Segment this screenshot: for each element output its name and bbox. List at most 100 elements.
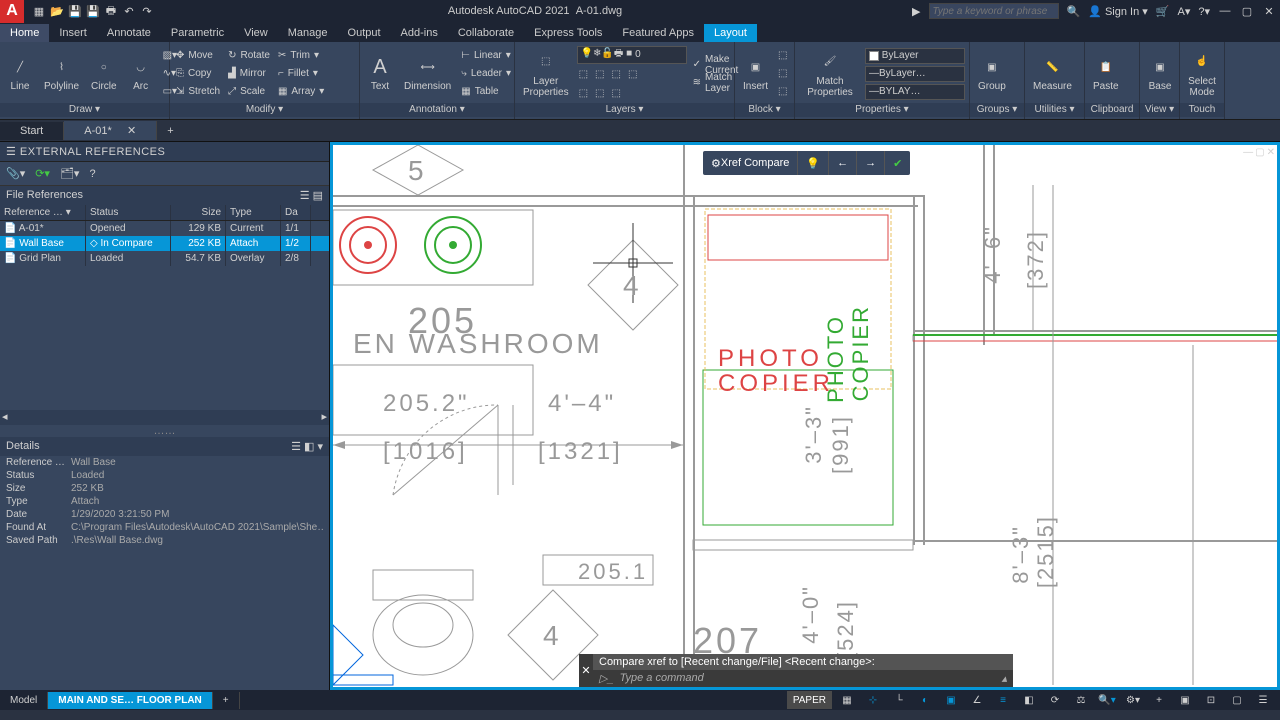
isolate-button[interactable]: ▣ xyxy=(1174,691,1196,709)
layout-tab-active[interactable]: MAIN AND SE… FLOOR PLAN xyxy=(48,692,213,709)
circle-button[interactable]: ○Circle xyxy=(87,53,121,94)
tree-button[interactable]: 🗂▾ xyxy=(60,167,80,180)
lineweight-toggle[interactable]: ≡ xyxy=(992,691,1014,709)
scale-button[interactable]: 🔍▾ xyxy=(1096,691,1118,709)
tab-featured[interactable]: Featured Apps xyxy=(612,24,704,42)
create-block-button[interactable]: ⬚ xyxy=(776,47,789,64)
otrack-toggle[interactable]: ∠ xyxy=(966,691,988,709)
h-scrollbar[interactable]: ◂▸ xyxy=(0,410,329,425)
layer-properties-button[interactable]: ⬚Layer Properties xyxy=(519,48,573,100)
refresh-button[interactable]: ⟳▾ xyxy=(35,167,50,180)
minimize-viewport[interactable]: — xyxy=(1243,147,1253,158)
copy-button[interactable]: ⎘ Copy xyxy=(174,65,222,82)
tab-annotate[interactable]: Annotate xyxy=(97,24,161,42)
col-type[interactable]: Type xyxy=(226,205,281,220)
snap-toggle[interactable]: ⊹ xyxy=(862,691,884,709)
text-button[interactable]: AText xyxy=(364,53,396,94)
line-button[interactable]: ╱Line xyxy=(4,53,36,94)
compare-bulb-button[interactable]: 💡 xyxy=(797,151,828,175)
close-button[interactable]: ✕ xyxy=(1262,5,1276,18)
color-select[interactable]: ByLayer xyxy=(865,48,965,64)
exchange-icon[interactable]: 🛒 xyxy=(1156,5,1170,18)
command-line[interactable]: ✕ Compare xref to [Recent change/File] <… xyxy=(593,654,1013,687)
base-button[interactable]: ▣Base xyxy=(1144,53,1176,94)
layer-off-button[interactable]: ⬚ xyxy=(626,66,639,83)
fillet-button[interactable]: ⌐ Fillet ▾ xyxy=(276,65,326,82)
block-attr-button[interactable]: ⬚ xyxy=(776,83,789,100)
col-name[interactable]: Reference … ▾ xyxy=(0,205,86,220)
edit-block-button[interactable]: ⬚ xyxy=(776,65,789,82)
layer-select[interactable]: 💡❄🔓🖶 ■ 0 xyxy=(577,46,687,64)
array-button[interactable]: ▦ Array ▾ xyxy=(276,83,326,100)
saveas-icon[interactable]: 💾 xyxy=(86,4,100,18)
group-button[interactable]: ▣Group xyxy=(974,53,1010,94)
tab-parametric[interactable]: Parametric xyxy=(161,24,234,42)
close-viewport[interactable]: ✕ xyxy=(1267,147,1275,158)
grid-toggle[interactable]: ▦ xyxy=(836,691,858,709)
signin-button[interactable]: 👤 Sign In ▾ xyxy=(1088,5,1148,18)
new-icon[interactable]: ▦ xyxy=(32,4,46,18)
compare-accept-button[interactable]: ✔ xyxy=(884,151,910,175)
app-logo[interactable]: A xyxy=(0,0,24,23)
tab-output[interactable]: Output xyxy=(338,24,391,42)
layer-iso-button[interactable]: ⬚ xyxy=(577,66,590,83)
tab-insert[interactable]: Insert xyxy=(49,24,97,42)
start-tab[interactable]: Start xyxy=(0,122,64,140)
annotation-monitor[interactable]: + xyxy=(1148,691,1170,709)
maximize-button[interactable]: ▢ xyxy=(1240,5,1254,18)
select-mode-button[interactable]: ☝Select Mode xyxy=(1184,48,1220,100)
tab-layout[interactable]: Layout xyxy=(704,24,757,42)
open-icon[interactable]: 📂 xyxy=(50,4,64,18)
layer-freeze-button[interactable]: ⬚ xyxy=(593,66,606,83)
model-tab[interactable]: Model xyxy=(0,692,48,709)
leader-button[interactable]: ⤷ Leader ▾ xyxy=(459,65,513,82)
cmdline-close[interactable]: ✕ xyxy=(579,654,593,687)
clean-screen[interactable]: ▢ xyxy=(1226,691,1248,709)
stretch-button[interactable]: ⇲ Stretch xyxy=(174,83,222,100)
polar-toggle[interactable]: ◐ xyxy=(914,691,936,709)
compare-next-button[interactable]: → xyxy=(856,151,884,175)
col-date[interactable]: Da xyxy=(281,205,311,220)
scale-button[interactable]: ⤢ Scale xyxy=(226,83,272,100)
share-icon[interactable]: ▶ xyxy=(912,5,920,18)
trim-button[interactable]: ✂ Trim ▾ xyxy=(276,47,326,64)
new-tab-button[interactable]: + xyxy=(157,122,183,140)
table-row[interactable]: 📄 A-01* Opened 129 KB Current 1/1 xyxy=(0,221,329,236)
help-button[interactable]: ? xyxy=(89,168,95,180)
tab-view[interactable]: View xyxy=(234,24,278,42)
lineweight-select[interactable]: — ByLayer… xyxy=(865,66,965,82)
save-icon[interactable]: 💾 xyxy=(68,4,82,18)
undo-icon[interactable]: ↶ xyxy=(122,4,136,18)
tab-addins[interactable]: Add-ins xyxy=(391,24,448,42)
measure-button[interactable]: 📏Measure xyxy=(1029,53,1076,94)
search-icon[interactable]: 🔍 xyxy=(1067,5,1081,18)
compare-prev-button[interactable]: ← xyxy=(828,151,856,175)
tab-manage[interactable]: Manage xyxy=(278,24,338,42)
add-layout-button[interactable]: + xyxy=(213,692,240,709)
cycle-toggle[interactable]: ⟳ xyxy=(1044,691,1066,709)
restore-viewport[interactable]: ▢ xyxy=(1255,147,1264,158)
redo-icon[interactable]: ↷ xyxy=(140,4,154,18)
col-status[interactable]: Status xyxy=(86,205,171,220)
arc-button[interactable]: ◡Arc xyxy=(125,53,157,94)
app-icon[interactable]: A▾ xyxy=(1178,5,1191,18)
match-properties-button[interactable]: 🖌Match Properties xyxy=(799,48,861,100)
paper-toggle[interactable]: PAPER xyxy=(787,691,832,709)
mirror-button[interactable]: ▟ Mirror xyxy=(226,65,272,82)
minimize-button[interactable]: — xyxy=(1218,5,1232,17)
plot-icon[interactable]: 🖶 xyxy=(104,4,118,18)
ortho-toggle[interactable]: └ xyxy=(888,691,910,709)
command-input[interactable]: Type a command xyxy=(620,672,704,685)
tab-express[interactable]: Express Tools xyxy=(524,24,612,42)
tab-home[interactable]: Home xyxy=(0,24,49,42)
attach-button[interactable]: 📎▾ xyxy=(6,167,25,180)
insert-button[interactable]: ▣Insert xyxy=(739,53,772,94)
col-size[interactable]: Size xyxy=(171,205,226,220)
dimension-button[interactable]: ⟷Dimension xyxy=(400,53,455,94)
file-tab-active[interactable]: A-01* ✕ xyxy=(64,121,157,140)
table-button[interactable]: ▦ Table xyxy=(459,83,513,100)
layer-state-button[interactable]: ⬚ xyxy=(609,85,622,102)
table-row[interactable]: 📄 Wall Base ◇ In Compare 252 KB Attach 1… xyxy=(0,236,329,251)
annoscale-toggle[interactable]: ⚖ xyxy=(1070,691,1092,709)
paste-button[interactable]: 📋Paste xyxy=(1089,53,1123,94)
